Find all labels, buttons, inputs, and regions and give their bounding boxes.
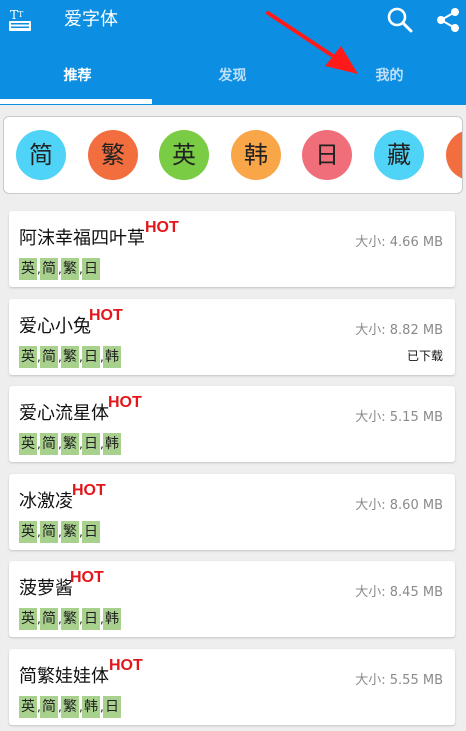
language-tag: 简 — [40, 608, 58, 630]
language-tag: 日 — [82, 608, 100, 630]
svg-text:T: T — [10, 8, 18, 22]
font-list-item[interactable]: 冰激凌 HOT 大小: 8.60 MB 英 ,简 ,繁 ,日 — [9, 474, 455, 550]
language-tags: 英 ,简 ,繁 ,韩 ,日 — [19, 696, 121, 718]
language-tag: 简 — [40, 521, 58, 543]
language-tag: 简 — [40, 433, 58, 455]
language-tag: 英 — [19, 608, 37, 630]
downloaded-status: 已下载 — [406, 349, 443, 363]
font-name: 爱心小兔 — [19, 316, 91, 337]
language-tag: 日 — [82, 521, 100, 543]
language-tag: 韩 — [103, 433, 121, 455]
svg-text:T: T — [18, 10, 24, 19]
language-tag: 日 — [82, 258, 100, 280]
language-tag: 繁 — [61, 258, 79, 280]
language-chip-japanese[interactable]: 日 — [302, 130, 352, 180]
font-list-item[interactable]: 爱心流星体 HOT 大小: 5.15 MB 英 ,简 ,繁 ,日 ,韩 — [9, 386, 455, 462]
language-tags: 英 ,简 ,繁 ,日 ,韩 — [19, 346, 121, 368]
language-filter-bar: 简 繁 英 韩 日 藏 — [3, 116, 463, 194]
hot-badge: HOT — [109, 657, 143, 674]
language-tags: 英 ,简 ,繁 ,日 — [19, 258, 100, 280]
search-icon[interactable] — [386, 6, 414, 34]
language-tag: 简 — [40, 346, 58, 368]
font-size-label: 大小: 5.55 MB — [355, 673, 443, 688]
language-tag: 日 — [82, 346, 100, 368]
language-tag: 英 — [19, 258, 37, 280]
language-tag: 日 — [82, 433, 100, 455]
language-tag: 日 — [103, 696, 121, 718]
language-tag: 简 — [40, 258, 58, 280]
font-size-label: 大小: 8.45 MB — [355, 585, 443, 600]
font-name: 冰激凌 — [19, 491, 73, 512]
language-tag: 繁 — [61, 346, 79, 368]
language-tags: 英 ,简 ,繁 ,日 — [19, 521, 100, 543]
app-logo-icon: T T — [9, 8, 31, 31]
top-toolbar: T T 爱字体 — [0, 0, 466, 44]
font-list-item[interactable]: 简繁娃娃体 HOT 大小: 5.55 MB 英 ,简 ,繁 ,韩 ,日 — [9, 649, 455, 725]
language-tag: 韩 — [103, 346, 121, 368]
font-size-label: 大小: 4.66 MB — [355, 235, 443, 250]
app-bar: T T 爱字体 推荐 发现 我的 — [0, 0, 466, 105]
font-name: 阿沫幸福四叶草 — [19, 228, 145, 249]
font-list-item[interactable]: 阿沫幸福四叶草 HOT 大小: 4.66 MB 英 ,简 ,繁 ,日 — [9, 211, 455, 287]
language-tag: 繁 — [61, 608, 79, 630]
font-list-item[interactable]: 爱心小兔 HOT 大小: 8.82 MB 英 ,简 ,繁 ,日 ,韩 已下载 — [9, 299, 455, 375]
language-chip-traditional[interactable]: 繁 — [88, 130, 138, 180]
font-name: 爱心流星体 — [19, 403, 109, 424]
font-size-label: 大小: 8.60 MB — [355, 498, 443, 513]
share-icon[interactable] — [434, 6, 462, 34]
hot-badge: HOT — [70, 569, 104, 586]
tab-discover[interactable]: 发现 — [155, 56, 310, 100]
language-chip-tibetan[interactable]: 藏 — [374, 130, 424, 180]
language-tag: 韩 — [82, 696, 100, 718]
language-chip-simplified[interactable]: 简 — [16, 130, 66, 180]
tab-recommend[interactable]: 推荐 — [0, 56, 155, 100]
language-tags: 英 ,简 ,繁 ,日 ,韩 — [19, 433, 121, 455]
app-title: 爱字体 — [64, 9, 118, 30]
hot-badge: HOT — [89, 307, 123, 324]
language-tag: 英 — [19, 521, 37, 543]
language-tag: 繁 — [61, 433, 79, 455]
font-size-label: 大小: 8.82 MB — [355, 323, 443, 338]
language-tag: 英 — [19, 346, 37, 368]
hot-badge: HOT — [145, 219, 179, 236]
tab-bar: 推荐 发现 我的 — [0, 56, 466, 100]
font-name: 简繁娃娃体 — [19, 666, 109, 687]
tab-mine[interactable]: 我的 — [312, 56, 466, 100]
language-chip-english[interactable]: 英 — [159, 130, 209, 180]
language-tag: 英 — [19, 696, 37, 718]
hot-badge: HOT — [108, 394, 142, 411]
language-tags: 英 ,简 ,繁 ,日 ,韩 — [19, 608, 121, 630]
language-tag: 韩 — [103, 608, 121, 630]
language-tag: 繁 — [61, 696, 79, 718]
language-tag: 繁 — [61, 521, 79, 543]
language-chip-more[interactable] — [446, 130, 462, 180]
tab-indicator — [0, 99, 152, 104]
hot-badge: HOT — [72, 482, 106, 499]
language-tag: 简 — [40, 696, 58, 718]
language-tag: 英 — [19, 433, 37, 455]
font-name: 菠萝酱 — [19, 578, 73, 599]
language-chip-korean[interactable]: 韩 — [231, 130, 281, 180]
font-size-label: 大小: 5.15 MB — [355, 410, 443, 425]
font-list-item[interactable]: 菠萝酱 HOT 大小: 8.45 MB 英 ,简 ,繁 ,日 ,韩 — [9, 561, 455, 637]
